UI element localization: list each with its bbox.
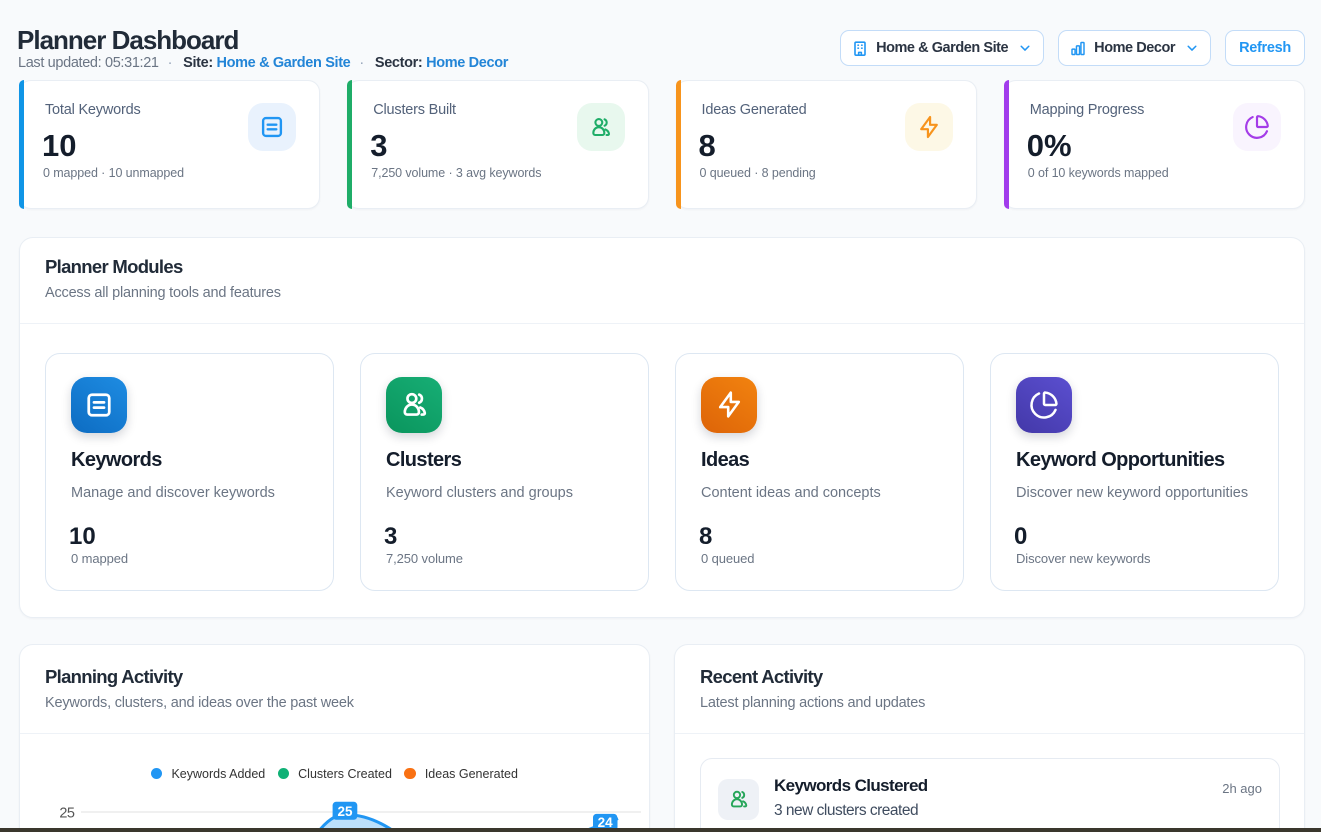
svg-text:25: 25 <box>59 805 75 821</box>
svg-text:25: 25 <box>337 803 353 818</box>
